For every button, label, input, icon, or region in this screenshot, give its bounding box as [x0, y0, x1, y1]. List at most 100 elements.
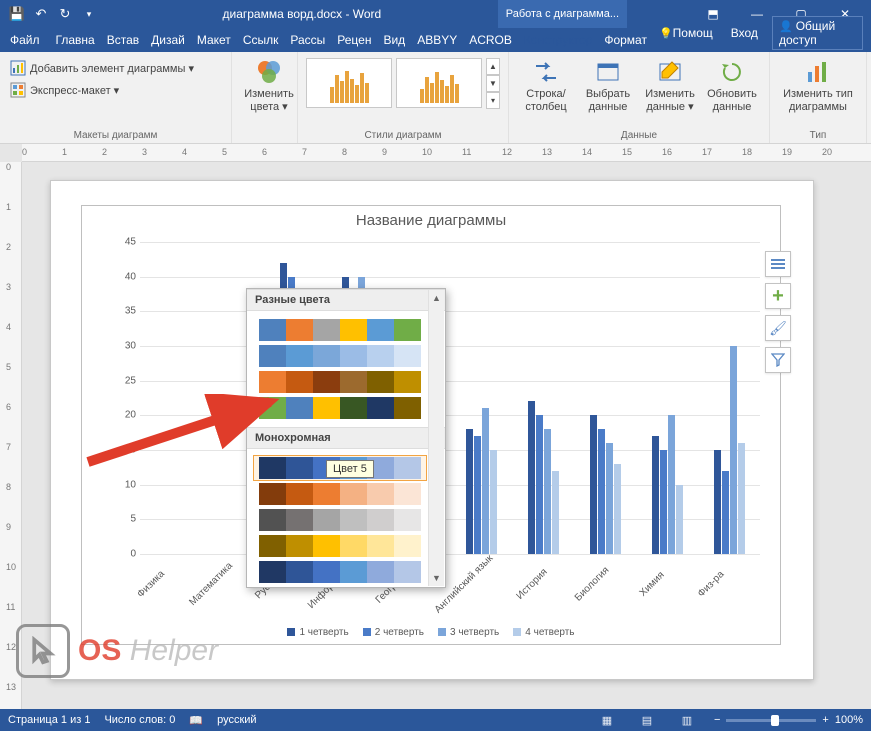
- group-label-type: Тип: [776, 130, 860, 143]
- horizontal-ruler[interactable]: 01234567891011121314151617181920: [22, 144, 871, 162]
- color-scheme-row[interactable]: [253, 507, 427, 533]
- chart-brush-icon[interactable]: 🖌: [765, 315, 791, 341]
- bar[interactable]: [676, 485, 683, 554]
- wm-brand2: Helper: [121, 634, 218, 667]
- status-bar: Страница 1 из 1 Число слов: 0 📖 русский …: [0, 709, 871, 731]
- bar-group[interactable]: [512, 242, 574, 554]
- bar[interactable]: [590, 415, 597, 554]
- zoom-in-icon[interactable]: +: [822, 714, 828, 726]
- refresh-data-button[interactable]: Обновить данные: [701, 54, 763, 114]
- color-scheme-row[interactable]: [253, 481, 427, 507]
- y-tick: 35: [112, 306, 136, 317]
- tab-format[interactable]: Формат: [598, 28, 653, 52]
- print-layout-icon[interactable]: ▤: [634, 709, 660, 731]
- tab-mailings[interactable]: Рассы: [284, 28, 331, 52]
- color-scheme-row[interactable]: [253, 343, 427, 369]
- color-scheme-row[interactable]: [253, 369, 427, 395]
- select-data-button[interactable]: Выбрать данные: [577, 54, 639, 114]
- bar[interactable]: [738, 443, 745, 554]
- bar[interactable]: [714, 450, 721, 554]
- bar[interactable]: [474, 436, 481, 554]
- bar[interactable]: [668, 415, 675, 554]
- share-button[interactable]: Общий доступ: [772, 16, 863, 50]
- tab-abbyy[interactable]: ABBYY: [411, 28, 463, 52]
- color-scheme-row[interactable]: [253, 559, 427, 585]
- bar-group[interactable]: [450, 242, 512, 554]
- save-icon[interactable]: 💾: [6, 3, 28, 25]
- legend-item[interactable]: 2 четверть: [363, 627, 424, 638]
- language[interactable]: русский: [217, 714, 256, 726]
- add-chart-element-button[interactable]: Добавить элемент диаграммы ▾: [6, 58, 225, 78]
- bar-group[interactable]: [140, 242, 202, 554]
- zoom-slider[interactable]: [726, 719, 816, 722]
- spellcheck-icon[interactable]: 📖: [189, 714, 203, 727]
- tab-design[interactable]: Дизай: [145, 28, 191, 52]
- tab-insert[interactable]: Встав: [101, 28, 145, 52]
- tab-constructor[interactable]: Конструктор: [518, 28, 598, 52]
- chart-styles-icon[interactable]: +: [765, 283, 791, 309]
- tell-me[interactable]: Помощ: [653, 21, 719, 45]
- color-scheme-row[interactable]: [253, 317, 427, 343]
- styles-down-icon[interactable]: ▼: [486, 75, 500, 92]
- tab-review[interactable]: Рецен: [331, 28, 377, 52]
- color-tooltip: Цвет 5: [326, 460, 374, 478]
- tab-layout[interactable]: Макет: [191, 28, 237, 52]
- change-chart-type-button[interactable]: Изменить тип диаграммы: [776, 54, 860, 114]
- bar[interactable]: [730, 346, 737, 554]
- chart-title[interactable]: Название диаграммы: [82, 206, 780, 229]
- scroll-up-icon[interactable]: ▲: [429, 290, 444, 306]
- chart-filter-icon[interactable]: [765, 347, 791, 373]
- tab-references[interactable]: Ссылк: [237, 28, 285, 52]
- bar[interactable]: [528, 401, 535, 554]
- bar[interactable]: [466, 429, 473, 554]
- scroll-down-icon[interactable]: ▼: [429, 570, 444, 586]
- qat-more-icon[interactable]: ▾: [78, 3, 100, 25]
- bar[interactable]: [536, 415, 543, 554]
- switch-row-column-button[interactable]: Строка/ столбец: [515, 54, 577, 114]
- chart-style-2[interactable]: [396, 58, 482, 108]
- styles-up-icon[interactable]: ▲: [486, 58, 500, 75]
- bar[interactable]: [598, 429, 605, 554]
- web-layout-icon[interactable]: ▥: [674, 709, 700, 731]
- tab-file[interactable]: Файл: [0, 28, 50, 52]
- styles-more-icon[interactable]: ▾: [486, 92, 500, 109]
- bar[interactable]: [652, 436, 659, 554]
- zoom-out-icon[interactable]: −: [714, 714, 720, 726]
- legend-item[interactable]: 1 четверть: [287, 627, 348, 638]
- tab-view[interactable]: Вид: [377, 28, 411, 52]
- bar[interactable]: [614, 464, 621, 554]
- bar-group[interactable]: [636, 242, 698, 554]
- zoom-level[interactable]: 100%: [835, 714, 863, 726]
- undo-icon[interactable]: ↶: [30, 3, 52, 25]
- tab-home[interactable]: Главна: [50, 28, 101, 52]
- quick-layout-button[interactable]: Экспресс-макет ▾: [6, 80, 225, 100]
- bar[interactable]: [544, 429, 551, 554]
- tab-acrobat[interactable]: ACROB: [463, 28, 518, 52]
- legend-item[interactable]: 4 четверть: [513, 627, 574, 638]
- bar[interactable]: [482, 408, 489, 554]
- bar-group[interactable]: [574, 242, 636, 554]
- bar[interactable]: [722, 471, 729, 554]
- color-scheme-row[interactable]: [253, 395, 427, 421]
- bar[interactable]: [490, 450, 497, 554]
- read-mode-icon[interactable]: ▦: [594, 709, 620, 731]
- change-colors-button[interactable]: Изменить цвета ▾: [238, 54, 300, 114]
- chart-elements-icon[interactable]: [765, 251, 791, 277]
- plot-area[interactable]: 051015202530354045: [140, 242, 760, 554]
- select-data-label: Выбрать данные: [586, 88, 630, 114]
- color-scheme-row[interactable]: [253, 533, 427, 559]
- repeat-icon[interactable]: ↻: [54, 3, 76, 25]
- edit-data-button[interactable]: Изменить данные ▾: [639, 54, 701, 114]
- bar[interactable]: [606, 443, 613, 554]
- page-counter[interactable]: Страница 1 из 1: [8, 714, 90, 726]
- group-label-styles: Стили диаграмм: [304, 130, 502, 143]
- signin[interactable]: Вход: [725, 21, 764, 45]
- bar-group[interactable]: [698, 242, 760, 554]
- word-count[interactable]: Число слов: 0: [104, 714, 175, 726]
- legend-item[interactable]: 3 четверть: [438, 627, 499, 638]
- y-tick: 45: [112, 237, 136, 248]
- chart-style-1[interactable]: [306, 58, 392, 108]
- bar[interactable]: [660, 450, 667, 554]
- dropdown-scrollbar[interactable]: ▲ ▼: [428, 290, 444, 586]
- bar[interactable]: [552, 471, 559, 554]
